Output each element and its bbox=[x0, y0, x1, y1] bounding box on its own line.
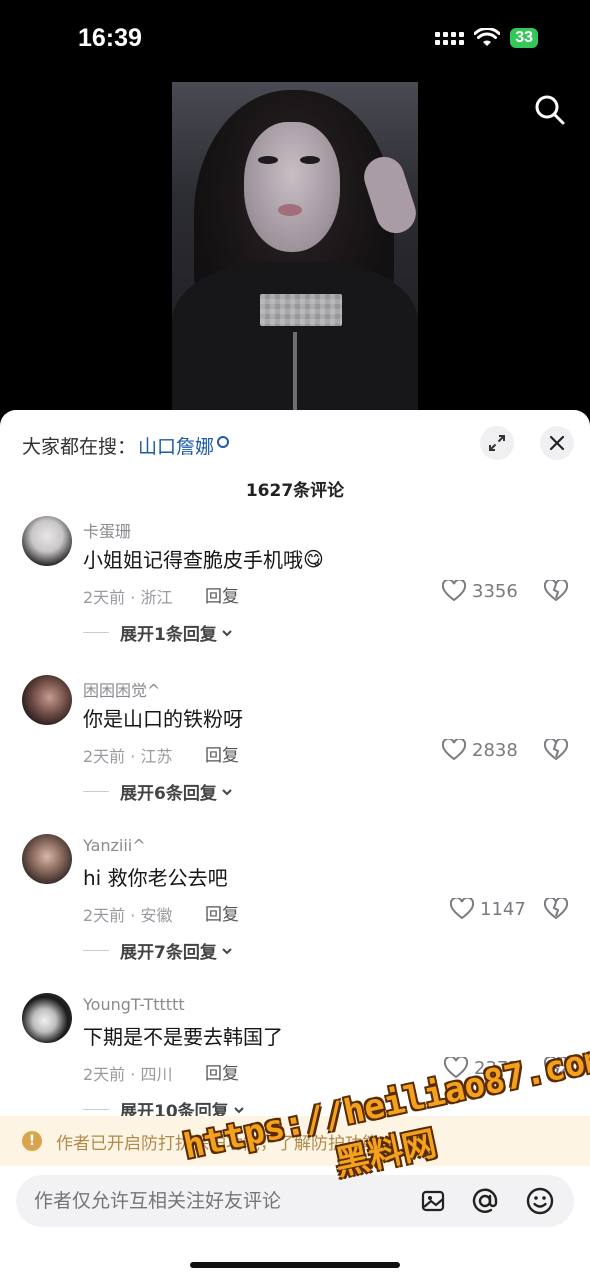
comment-text-body: 下期是不是要去韩国了 bbox=[83, 1025, 283, 1049]
video-subject-eye bbox=[300, 156, 320, 164]
search-icon bbox=[217, 435, 230, 448]
expand-replies-label: 展开7条回复 bbox=[120, 943, 217, 963]
comment-meta: 2天前 · 浙江 bbox=[83, 588, 173, 607]
expand-replies-label: 展开1条回复 bbox=[120, 625, 217, 645]
avatar[interactable] bbox=[22, 834, 72, 884]
comment-text: 小姐姐记得查脆皮手机哦 😋 bbox=[83, 544, 324, 573]
close-button[interactable] bbox=[540, 426, 574, 460]
comment-username[interactable]: Yanziii^ bbox=[83, 836, 146, 855]
comment-text: 下期是不是要去韩国了 bbox=[83, 1021, 283, 1050]
broken-heart-icon[interactable] bbox=[543, 737, 569, 763]
cellular-signal-icon bbox=[435, 31, 465, 45]
video-player[interactable] bbox=[172, 82, 418, 412]
heart-icon bbox=[450, 898, 474, 920]
comment-count: 1627条评论 bbox=[245, 481, 345, 501]
protection-notice[interactable]: ! 作者已开启防打扰保护功能，了解防护功能 bbox=[0, 1116, 590, 1166]
comment-item: 卡蛋珊 小姐姐记得查脆皮手机哦 😋 2天前 · 浙江 回复 3356 展开1条回… bbox=[0, 516, 590, 666]
like-count: 1147 bbox=[480, 898, 526, 920]
notice-text: 作者已开启防打扰保护功能，了解防护功能 bbox=[56, 1133, 379, 1154]
comment-username[interactable]: 困困困觉^ bbox=[83, 677, 160, 701]
heart-icon bbox=[442, 580, 466, 602]
video-subject-face bbox=[244, 122, 340, 252]
avatar[interactable] bbox=[22, 993, 72, 1043]
avatar[interactable] bbox=[22, 516, 72, 566]
reply-button[interactable]: 回复 bbox=[205, 1059, 239, 1084]
expand-replies-button[interactable]: 展开6条回复 bbox=[83, 779, 234, 804]
like-button[interactable]: 1147 bbox=[450, 898, 526, 920]
divider bbox=[83, 1109, 109, 1110]
divider bbox=[83, 950, 109, 951]
comment-text: hi 救你老公去吧 bbox=[83, 862, 228, 891]
comment-item: 困困困觉^ 你是山口的铁粉呀 2天前 · 江苏 回复 2838 展开6条回复 bbox=[0, 675, 590, 825]
comment-emoji: 😋 bbox=[303, 546, 324, 571]
status-bar: 16:39 33 bbox=[0, 0, 590, 80]
hot-search-label: 大家都在搜： bbox=[22, 436, 137, 458]
close-icon bbox=[549, 435, 565, 451]
broken-heart-icon[interactable] bbox=[543, 896, 569, 922]
hot-search[interactable]: 大家都在搜： 山口詹娜 bbox=[22, 432, 230, 459]
like-button[interactable]: 2838 bbox=[442, 739, 518, 761]
chevron-down-icon bbox=[222, 947, 232, 954]
chevron-down-icon bbox=[233, 1106, 244, 1113]
broken-heart-icon[interactable] bbox=[543, 578, 569, 604]
comment-meta: 2天前 · 江苏 bbox=[83, 747, 173, 766]
like-button[interactable]: 2377 bbox=[444, 1057, 520, 1079]
home-indicator[interactable] bbox=[190, 1262, 400, 1268]
comment-text-body: hi 救你老公去吧 bbox=[83, 866, 228, 890]
wifi-icon bbox=[474, 28, 501, 46]
mosaic-blur bbox=[260, 294, 342, 326]
heart-icon bbox=[444, 1057, 468, 1079]
reply-button[interactable]: 回复 bbox=[205, 582, 239, 607]
expand-icon bbox=[489, 435, 505, 451]
image-icon[interactable] bbox=[420, 1187, 448, 1215]
comment-text-body: 小姐姐记得查脆皮手机哦 bbox=[83, 548, 303, 572]
comment-input-bar bbox=[16, 1175, 574, 1227]
like-button[interactable]: 3356 bbox=[442, 580, 518, 602]
divider bbox=[83, 632, 109, 633]
comment-meta: 2天前 · 安徽 bbox=[83, 906, 173, 925]
warning-icon: ! bbox=[22, 1131, 42, 1151]
video-subject-lips bbox=[278, 204, 302, 216]
like-count: 2838 bbox=[472, 739, 518, 761]
expand-replies-button[interactable]: 展开7条回复 bbox=[83, 938, 234, 963]
comment-text-body: 你是山口的铁粉呀 bbox=[83, 707, 243, 731]
like-count: 3356 bbox=[472, 580, 518, 602]
search-icon[interactable] bbox=[530, 90, 570, 130]
status-time: 16:39 bbox=[78, 24, 142, 52]
comment-text: 你是山口的铁粉呀 bbox=[83, 703, 243, 732]
heart-icon bbox=[442, 739, 466, 761]
reply-button[interactable]: 回复 bbox=[205, 741, 239, 766]
video-subject-zipper bbox=[293, 332, 297, 412]
reply-button[interactable]: 回复 bbox=[205, 900, 239, 925]
chevron-down-icon bbox=[222, 788, 232, 795]
hot-search-term[interactable]: 山口詹娜 bbox=[138, 432, 214, 459]
mention-icon[interactable] bbox=[471, 1187, 499, 1215]
status-icons: 33 bbox=[435, 28, 538, 48]
emoji-icon[interactable] bbox=[526, 1187, 554, 1215]
chevron-down-icon bbox=[222, 629, 232, 636]
expand-replies-label: 展开6条回复 bbox=[120, 784, 217, 804]
broken-heart-icon[interactable] bbox=[543, 1055, 569, 1081]
comment-meta: 2天前 · 四川 bbox=[83, 1065, 173, 1084]
like-count: 2377 bbox=[474, 1057, 520, 1079]
divider bbox=[83, 791, 109, 792]
video-subject-eye bbox=[258, 156, 278, 164]
comment-username[interactable]: 卡蛋珊 bbox=[83, 518, 131, 542]
comment-item: Yanziii^ hi 救你老公去吧 2天前 · 安徽 回复 1147 展开7条… bbox=[0, 834, 590, 984]
battery-icon: 33 bbox=[510, 28, 538, 48]
avatar[interactable] bbox=[22, 675, 72, 725]
expand-button[interactable] bbox=[480, 426, 514, 460]
comment-username[interactable]: YoungT-Tttttt bbox=[83, 995, 185, 1014]
expand-replies-button[interactable]: 展开1条回复 bbox=[83, 620, 234, 645]
comment-input[interactable] bbox=[34, 1175, 414, 1227]
